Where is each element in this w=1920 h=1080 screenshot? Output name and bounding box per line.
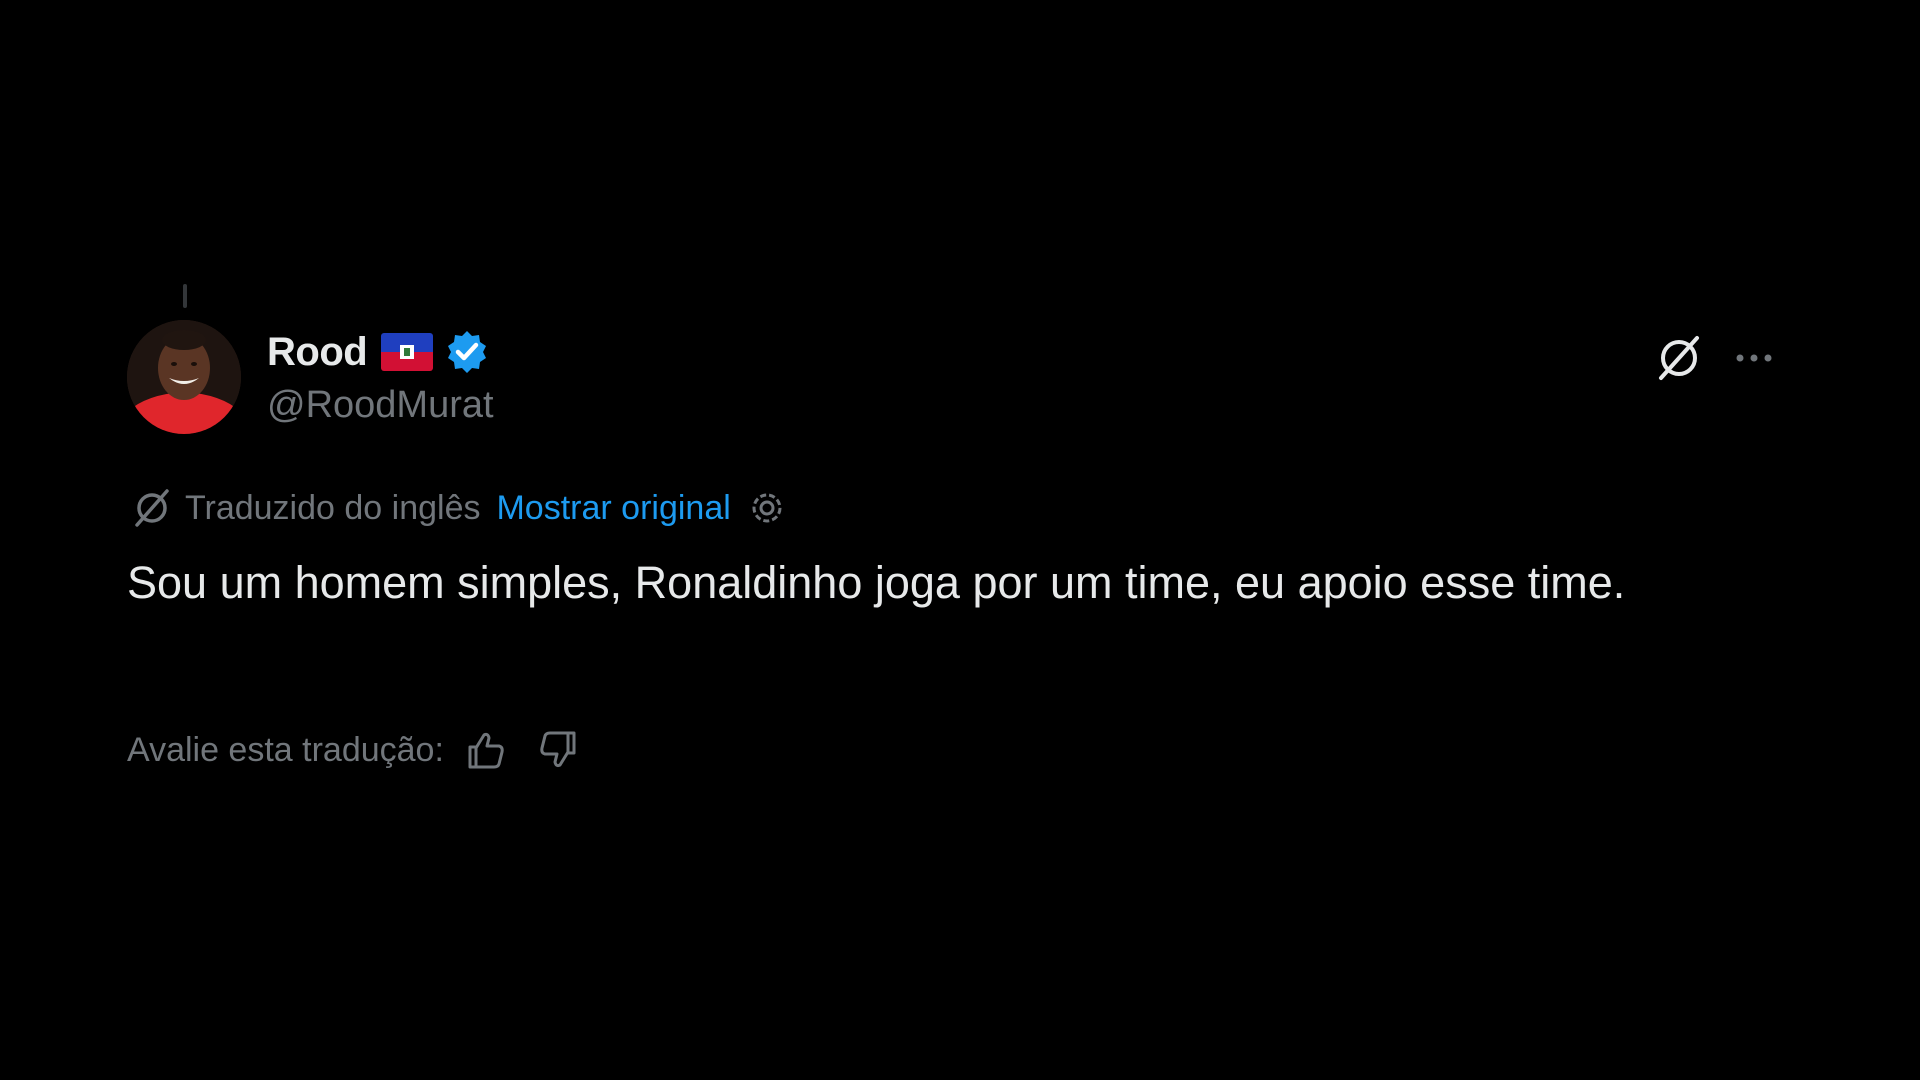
translate-icon [131, 487, 173, 529]
thread-connector-line [183, 284, 187, 308]
haiti-flag-icon [381, 333, 434, 371]
thumbs-down-icon[interactable] [536, 727, 582, 773]
rate-translation-label: Avalie esta tradução: [127, 730, 444, 769]
author-handle[interactable]: @RoodMurat [267, 384, 494, 427]
translated-from-label: Traduzido do inglês [185, 488, 481, 527]
show-original-link[interactable]: Mostrar original [496, 489, 730, 528]
thumbs-up-icon[interactable] [462, 727, 508, 773]
tweet-text: Sou um homem simples, Ronaldinho joga po… [127, 557, 1626, 608]
grok-icon[interactable] [1653, 332, 1705, 384]
tweet-top-actions [1653, 332, 1777, 384]
gear-icon[interactable] [747, 488, 787, 528]
more-icon[interactable] [1731, 335, 1777, 381]
translation-notice: Traduzido do inglês Mostrar original [131, 486, 787, 530]
verified-badge-icon[interactable] [443, 328, 491, 376]
tweet[interactable]: Rood @RoodMurat Traduzido do inglês Most… [127, 280, 1777, 800]
author-name-row: Rood [267, 328, 491, 376]
author-display-name[interactable]: Rood [267, 330, 368, 375]
avatar[interactable] [127, 320, 241, 434]
rate-translation-row: Avalie esta tradução: [127, 726, 582, 774]
